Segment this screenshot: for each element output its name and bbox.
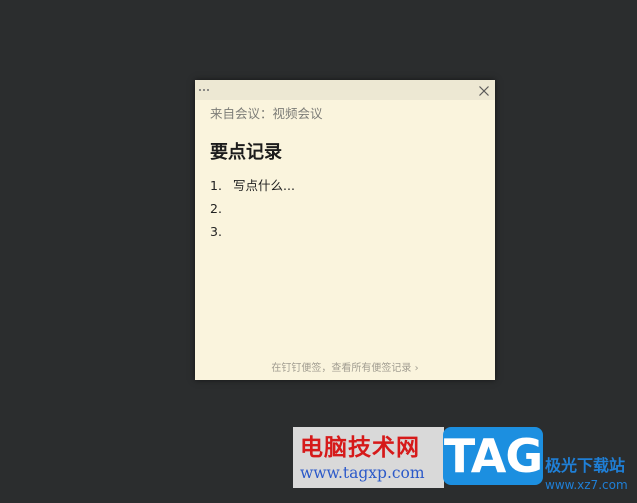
watermark-site-name: 电脑技术网 [300,435,420,461]
note-source-label: 来自会议：视频会议 [210,106,323,121]
more-horizontal-icon[interactable] [199,83,211,95]
watermark-site-name-right: 极光下载站 [545,456,626,475]
list-item[interactable]: 1. 写点什么... [210,176,295,199]
note-ordered-list[interactable]: 1. 写点什么... 2. 3. [210,176,295,245]
close-icon[interactable] [477,83,491,97]
watermark-site-url-right: www.xz7.com [545,478,628,492]
list-item-placeholder[interactable]: 写点什么... [233,178,295,193]
list-item[interactable]: 2. [210,199,295,222]
list-item-number: 3. [210,224,222,239]
watermark-logo-text: TAG [443,429,543,483]
sticky-note-window: 来自会议：视频会议 要点记录 1. 写点什么... 2. 3. 在钉钉便签，查看所… [195,80,495,380]
note-heading[interactable]: 要点记录 [210,138,282,164]
note-titlebar[interactable] [195,80,495,100]
watermark-site-url: www.tagxp.com [300,464,425,482]
watermark-logo: TAG [443,427,543,485]
list-item-number: 1. [210,178,222,193]
view-all-notes-link[interactable]: 在钉钉便签，查看所有便签记录 › [195,359,495,374]
list-item-number: 2. [210,201,222,216]
list-item[interactable]: 3. [210,222,295,245]
